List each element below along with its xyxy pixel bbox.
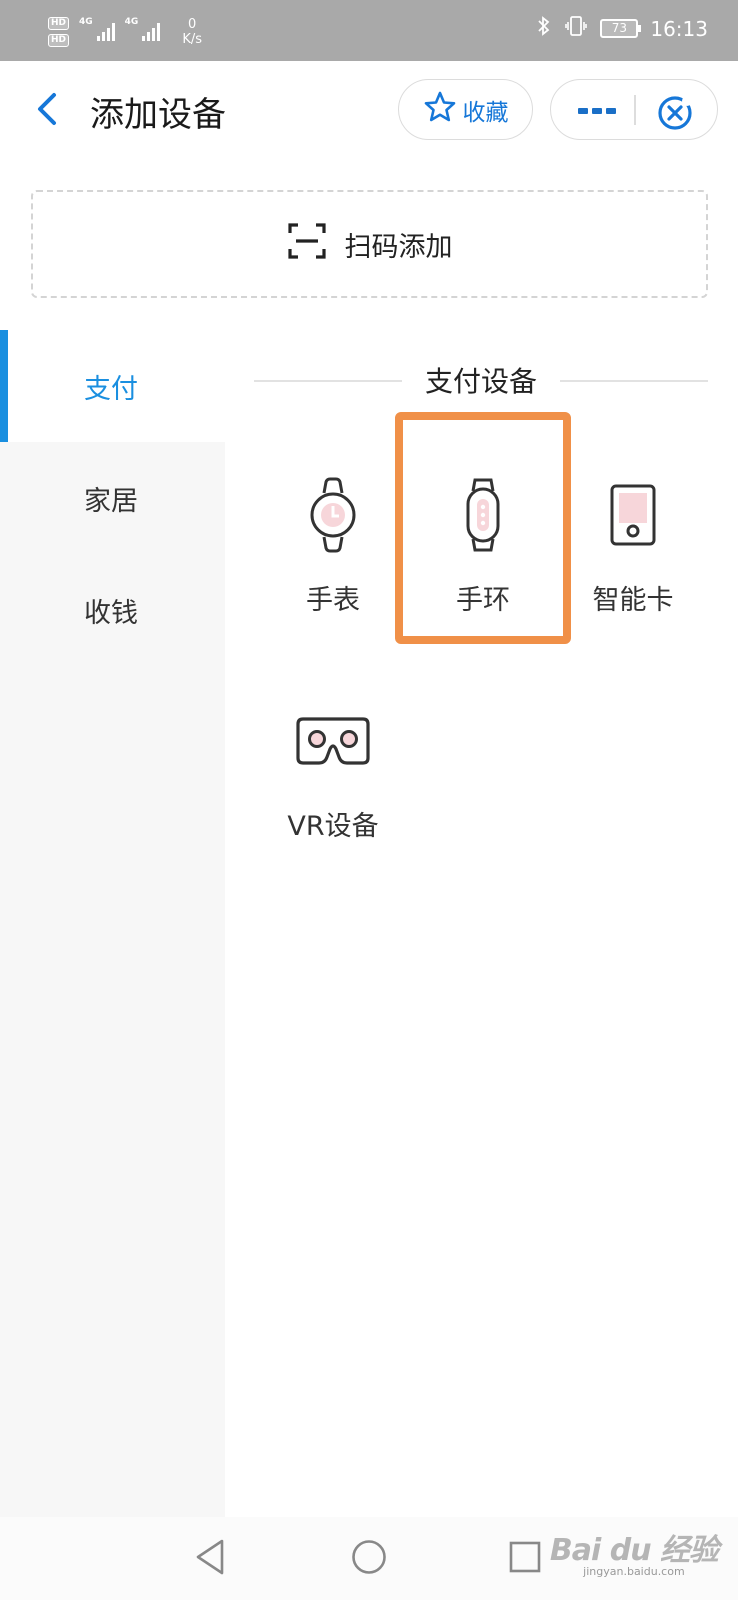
star-icon — [423, 90, 457, 130]
page-title: 添加设备 — [90, 95, 226, 135]
status-left: HD HD 4G 4G 0 K/s — [48, 10, 202, 54]
nav-back-button[interactable] — [188, 1537, 232, 1581]
net-speed-value: 0 — [188, 17, 197, 32]
close-circle-icon — [655, 96, 695, 137]
device-label: 智能卡 — [592, 585, 674, 616]
signal-icon-1: 4G — [79, 17, 115, 41]
scan-add-label: 扫码添加 — [344, 231, 453, 263]
net-speed-unit: K/s — [182, 32, 203, 47]
net-speed: 0 K/s — [182, 17, 202, 47]
vr-icon — [258, 696, 408, 786]
battery-icon: 73 — [600, 19, 642, 38]
nav-recents-button[interactable] — [503, 1537, 547, 1581]
capsule-divider — [634, 95, 636, 125]
watermark-brand: Bai du 经验 — [549, 1533, 719, 1568]
bluetooth-icon — [536, 14, 552, 43]
device-label: VR设备 — [287, 811, 379, 842]
scan-icon — [287, 221, 327, 268]
status-bar: HD HD 4G 4G 0 K/s 73 16:13 — [0, 0, 738, 61]
sidebar-item-payment[interactable]: 支付 — [0, 330, 225, 442]
sidebar-item-collect-money[interactable]: 收钱 — [0, 554, 225, 666]
device-vr[interactable]: VR设备 — [258, 656, 408, 856]
hd-badge-1: HD — [48, 17, 70, 30]
signal-label-1: 4G — [79, 17, 93, 27]
square-recents-icon — [508, 1540, 542, 1578]
sidebar-item-label: 支付 — [84, 373, 138, 405]
baidu-watermark: Bai du 经验 jingyan.baidu.com — [549, 1525, 719, 1578]
sidebar-item-home[interactable]: 家居 — [0, 442, 225, 554]
device-watch[interactable]: 手表 — [258, 430, 408, 630]
chevron-left-icon — [30, 93, 64, 133]
watch-icon — [258, 470, 408, 560]
favorite-label: 收藏 — [462, 99, 509, 126]
nav-home-button[interactable] — [347, 1537, 391, 1581]
highlight-box — [395, 412, 571, 644]
signal-label-2: 4G — [124, 17, 139, 27]
scan-add-button[interactable]: 扫码添加 — [31, 190, 708, 298]
close-button[interactable] — [655, 93, 695, 133]
system-nav-bar: Bai du 经验 jingyan.baidu.com — [0, 1517, 738, 1600]
more-button[interactable] — [578, 108, 616, 114]
section-divider-left — [254, 380, 402, 382]
signal-icon-2: 4G — [125, 17, 161, 41]
section-title: 支付设备 — [424, 365, 537, 398]
category-sidebar: 支付 家居 收钱 — [0, 330, 225, 1517]
hd-badge-2: HD — [48, 34, 70, 47]
device-label: 手表 — [306, 585, 360, 616]
sidebar-item-label: 家居 — [84, 485, 138, 517]
section-divider-right — [560, 380, 708, 382]
hd-indicators: HD HD — [48, 17, 70, 47]
device-smart-card[interactable]: 智能卡 — [558, 430, 708, 630]
circle-home-icon — [350, 1538, 388, 1580]
mini-program-capsule — [550, 79, 718, 140]
sidebar-item-label: 收钱 — [84, 597, 138, 629]
status-right: 73 16:13 — [536, 14, 708, 43]
smart-card-icon — [558, 470, 708, 560]
back-button[interactable] — [30, 89, 64, 129]
favorite-button[interactable]: 收藏 — [398, 79, 533, 140]
clock: 16:13 — [650, 16, 708, 41]
app-header: 添加设备 收藏 — [0, 61, 738, 161]
vibrate-icon — [564, 14, 588, 43]
triangle-back-icon — [193, 1538, 227, 1580]
